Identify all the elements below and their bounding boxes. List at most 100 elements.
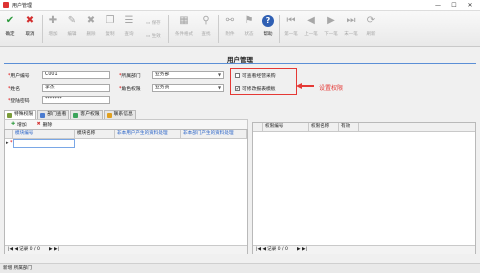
app-icon [3, 2, 9, 8]
prev-record-icon: ◀ [307, 15, 315, 26]
tab-special-permissions[interactable]: 特殊权限 [4, 110, 37, 119]
password-label: *登陆密码 [8, 99, 30, 104]
attachment-label: 附件 [225, 32, 235, 37]
chevron-down-icon: ▼ [217, 72, 222, 77]
delete-icon: ✖ [36, 122, 41, 127]
cancel-icon: ✖ [25, 15, 35, 26]
password-field[interactable]: ******* [42, 96, 110, 104]
right-grid[interactable]: 权限编号 权限名称 有效 |◀ ◀ 记录 0 / 0 ▶ ▶| [252, 122, 476, 254]
tab-strip: 特殊权限 部门查看 客户权限 联系信息 [4, 110, 137, 119]
add-icon: ✚ [11, 122, 16, 127]
window-title: 用户管理 [12, 2, 33, 9]
new-row-cell[interactable] [13, 139, 75, 148]
save-small-button[interactable]: ▭ 保存 [146, 20, 161, 26]
right-record-nav[interactable]: |◀ ◀ [256, 246, 266, 254]
col-module-name[interactable]: 模块名称 [75, 130, 115, 139]
left-grid[interactable]: 模块编号 模块名称 非本用户产生的资料处理 非本部门产生的资料处理 ▸ * |◀… [4, 129, 248, 254]
help-button[interactable]: ? 帮助 [259, 13, 277, 45]
find-label: 查找 [201, 32, 211, 37]
contact-icon [106, 112, 112, 118]
role-value: 业务员 [155, 85, 170, 90]
conditional-format-button[interactable]: ▦ 条件格式 [172, 13, 196, 45]
right-record-bar: |◀ ◀ 记录 0 / 0 ▶ ▶| [253, 245, 475, 254]
name-field[interactable]: 李杰 [42, 84, 110, 92]
attachment-icon: ⚯ [225, 15, 235, 26]
help-label: 帮助 [263, 32, 273, 37]
highlight-box [230, 68, 297, 95]
callout-arrowhead [296, 82, 302, 89]
col-valid[interactable]: 有效 [339, 123, 359, 132]
maximize-button[interactable]: ☐ [446, 0, 462, 11]
delete-icon: ✖ [86, 15, 96, 26]
key-icon [7, 112, 12, 118]
status-label: 状态 [244, 32, 254, 37]
status-button[interactable]: ⚑ 状态 [240, 13, 258, 45]
dept-value: 业务部 [155, 72, 170, 77]
copy-icon: ❐ [105, 15, 115, 26]
dept-icon [40, 112, 46, 118]
conditional-format-label: 条件格式 [175, 32, 193, 37]
right-record-count: 记录 0 / 0 [267, 247, 288, 252]
col-module-code[interactable]: 模块编号 [13, 130, 75, 139]
edit-label: 编辑 [67, 32, 77, 37]
last-record-button[interactable]: ⏭ 末一笔 [342, 13, 360, 45]
customer-icon [73, 112, 79, 118]
help-icon: ? [262, 15, 274, 27]
left-record-next[interactable]: ▶ ▶| [49, 246, 59, 254]
find-button[interactable]: ⚲ 查找 [197, 13, 215, 45]
heading-divider [4, 63, 476, 64]
left-grid-toolbar: ✚ 增加 ✖ 删除 [4, 119, 248, 129]
cancel-button[interactable]: ✖ 取消 [21, 13, 39, 45]
role-label: *角色权限 [119, 87, 141, 92]
row-indicator: ▸ [6, 140, 9, 146]
col-permission-name[interactable]: 权限名称 [309, 123, 339, 132]
attachment-button[interactable]: ⚯ 附件 [221, 13, 239, 45]
left-grid-header: 模块编号 模块名称 非本用户产生的资料处理 非本部门产生的资料处理 [5, 130, 247, 139]
next-record-label: 下一笔 [324, 32, 338, 37]
status-icon: ⚑ [244, 15, 254, 26]
toolbar: ✔ 确定 ✖ 取消 ✚ 增加 ✎ 编辑 ✖ 删除 ❐ 复制 ☰ 查询 ▭ 保存 … [0, 11, 480, 47]
prev-record-button[interactable]: ◀ 上一笔 [302, 13, 320, 45]
col-non-user-data[interactable]: 非本用户产生的资料处理 [115, 130, 181, 139]
edit-button[interactable]: ✎ 编辑 [63, 13, 81, 45]
first-record-button[interactable]: ⏮ 第一笔 [282, 13, 300, 45]
confirm-button[interactable]: ✔ 确定 [1, 13, 19, 45]
minimize-button[interactable]: — [430, 0, 446, 11]
col-non-dept-data[interactable]: 非本部门产生的资料处理 [181, 130, 247, 139]
left-record-nav[interactable]: |◀ ◀ [8, 246, 18, 254]
delete-button[interactable]: ✖ 删除 [82, 13, 100, 45]
row-header-corner [5, 130, 13, 139]
left-record-count: 记录 0 / 0 [19, 247, 40, 252]
copy-button[interactable]: ❐ 复制 [101, 13, 119, 45]
role-select[interactable]: 业务员 ▼ [152, 84, 224, 92]
close-window-button[interactable]: ✕ [462, 0, 478, 11]
conditional-format-icon: ▦ [179, 15, 189, 26]
right-grid-header: 权限编号 权限名称 有效 [253, 123, 475, 132]
add-button[interactable]: ✚ 增加 [44, 13, 62, 45]
find-icon: ⚲ [202, 15, 210, 26]
refresh-icon: ⟳ [366, 15, 376, 26]
tab-customer-permissions[interactable]: 客户权限 [70, 110, 103, 119]
tab-contact-info[interactable]: 联系信息 [103, 110, 136, 119]
generate-small-button[interactable]: ▭ 生效 [146, 33, 161, 39]
tab-dept-view[interactable]: 部门查看 [37, 110, 70, 119]
confirm-label: 确定 [5, 32, 15, 37]
callout-text: 设置权限 [319, 85, 344, 92]
dept-label: *所属部门 [119, 74, 141, 79]
toolbar-separator [168, 15, 169, 43]
next-record-button[interactable]: ▶ 下一笔 [322, 13, 340, 45]
grid-delete-button[interactable]: ✖ 删除 [37, 121, 53, 128]
right-record-next[interactable]: ▶ ▶| [297, 246, 307, 254]
toolbar-separator [279, 15, 280, 43]
copy-label: 复制 [105, 32, 115, 37]
query-icon: ☰ [124, 15, 134, 26]
toolbar-separator [218, 15, 219, 43]
dept-select[interactable]: 业务部 ▼ [152, 71, 224, 79]
user-code-field[interactable]: C001 [42, 71, 110, 79]
query-button[interactable]: ☰ 查询 [120, 13, 138, 45]
generate-small-label: 生效 [151, 34, 161, 39]
col-permission-code[interactable]: 权限编号 [263, 123, 309, 132]
row-header-corner [253, 123, 263, 132]
grid-add-button[interactable]: ✚ 增加 [11, 121, 27, 128]
refresh-button[interactable]: ⟳ 刷新 [362, 13, 380, 45]
